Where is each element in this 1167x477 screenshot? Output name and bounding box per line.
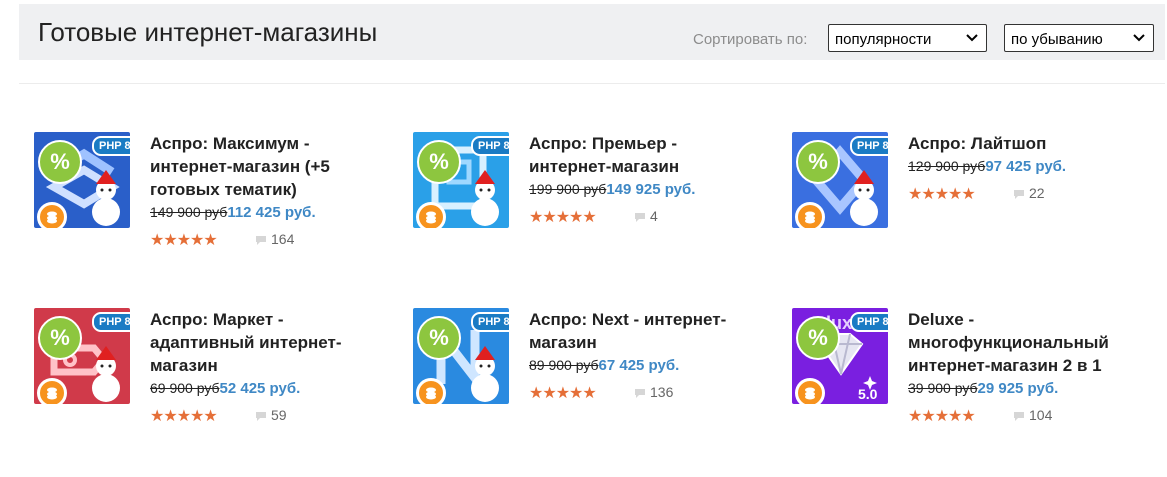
- page-title: Готовые интернет-магазины: [38, 17, 378, 47]
- rating-stars: ★★★★★: [529, 385, 597, 402]
- php-badge: PHP 8: [850, 136, 888, 156]
- reviews-count[interactable]: 59: [255, 407, 287, 423]
- sort-label: Сортировать по:: [693, 31, 808, 48]
- product-card[interactable]: % PHP 8 Аспро: Next - интернет-магазин 8…: [413, 308, 753, 428]
- product-price: 149 900 руб112 425 руб.: [150, 204, 316, 221]
- product-title[interactable]: Аспро: Next - интернет-магазин: [529, 308, 754, 354]
- coins-icon: [795, 202, 825, 228]
- old-price: 199 900 руб: [529, 181, 607, 197]
- comment-icon: [1014, 412, 1024, 421]
- reviews-number: 4: [650, 208, 658, 224]
- product-card[interactable]: % PHP 8 Аспро: Маркет - адаптивный интер…: [34, 308, 374, 428]
- rating-stars: ★★★★★: [529, 209, 597, 226]
- discount-badge: %: [417, 316, 461, 360]
- product-thumbnail[interactable]: % PHP 8: [413, 132, 509, 228]
- coins-icon: [416, 378, 446, 404]
- product-card[interactable]: luxe 5.0 % PHP 8 Deluxe - многофункциона…: [792, 308, 1132, 428]
- php-badge: PHP 8: [92, 136, 130, 156]
- chevron-down-icon: [1133, 34, 1145, 42]
- sort-by-value: популярности: [835, 31, 932, 48]
- reviews-count[interactable]: 164: [255, 231, 294, 247]
- product-price: 199 900 руб149 925 руб.: [529, 181, 695, 198]
- coins-icon: [37, 378, 67, 404]
- new-price: 97 425 руб.: [985, 158, 1067, 175]
- sort-order-select[interactable]: по убыванию: [1004, 24, 1154, 52]
- php-badge: PHP 8: [850, 312, 888, 332]
- product-card[interactable]: % PHP 8 Аспро: Максимум - интернет-магаз…: [34, 132, 374, 252]
- product-price: 129 900 руб97 425 руб.: [908, 158, 1066, 175]
- new-price: 52 425 руб.: [219, 380, 301, 397]
- comment-icon: [635, 389, 645, 398]
- product-title[interactable]: Аспро: Премьер - интернет-магазин: [529, 132, 754, 178]
- php-badge: PHP 8: [471, 136, 509, 156]
- chevron-down-icon: [966, 34, 978, 42]
- product-price: 69 900 руб52 425 руб.: [150, 380, 300, 397]
- new-price: 29 925 руб.: [977, 380, 1059, 397]
- discount-badge: %: [38, 316, 82, 360]
- reviews-count[interactable]: 22: [1013, 185, 1045, 201]
- product-title[interactable]: Deluxe - многофункциональный интернет-ма…: [908, 308, 1123, 377]
- discount-badge: %: [38, 140, 82, 184]
- page-header: Готовые интернет-магазины Сортировать по…: [19, 4, 1165, 60]
- reviews-number: 59: [271, 407, 287, 423]
- new-price: 67 425 руб.: [598, 357, 680, 374]
- old-price: 129 900 руб: [908, 158, 986, 174]
- coins-icon: [37, 202, 67, 228]
- reviews-number: 104: [1029, 407, 1053, 423]
- comment-icon: [256, 412, 266, 421]
- rating-stars: ★★★★★: [908, 408, 976, 425]
- product-title[interactable]: Аспро: Максимум - интернет-магазин (+5 г…: [150, 132, 375, 201]
- comment-icon: [256, 236, 266, 245]
- comment-icon: [635, 213, 645, 222]
- php-badge: PHP 8: [471, 312, 509, 332]
- comment-icon: [1014, 190, 1024, 199]
- new-price: 149 925 руб.: [606, 181, 696, 198]
- reviews-count[interactable]: 4: [634, 208, 658, 224]
- discount-badge: %: [796, 316, 840, 360]
- product-thumbnail[interactable]: luxe 5.0 % PHP 8: [792, 308, 888, 404]
- reviews-number: 164: [271, 231, 295, 247]
- reviews-number: 22: [1029, 185, 1045, 201]
- product-title[interactable]: Аспро: Маркет - адаптивный интернет-мага…: [150, 308, 375, 377]
- rating-stars: ★★★★★: [150, 232, 218, 249]
- coins-icon: [795, 378, 825, 404]
- header-divider: [19, 83, 1165, 84]
- reviews-count[interactable]: 136: [634, 384, 673, 400]
- product-thumbnail[interactable]: % PHP 8: [792, 132, 888, 228]
- old-price: 149 900 руб: [150, 204, 228, 220]
- sort-order-value: по убыванию: [1011, 31, 1103, 48]
- coins-icon: [416, 202, 446, 228]
- sort-by-select[interactable]: популярности: [828, 24, 987, 52]
- product-thumbnail[interactable]: % PHP 8: [34, 308, 130, 404]
- product-thumbnail[interactable]: % PHP 8: [34, 132, 130, 228]
- discount-badge: %: [417, 140, 461, 184]
- product-thumbnail[interactable]: % PHP 8: [413, 308, 509, 404]
- old-price: 69 900 руб: [150, 380, 220, 396]
- php-badge: PHP 8: [92, 312, 130, 332]
- product-card[interactable]: % PHP 8 Аспро: Премьер - интернет-магази…: [413, 132, 753, 252]
- discount-badge: %: [796, 140, 840, 184]
- rating-stars: ★★★★★: [908, 186, 976, 203]
- product-card[interactable]: % PHP 8 Аспро: Лайтшоп 129 900 руб97 425…: [792, 132, 1132, 252]
- product-price: 39 900 руб29 925 руб.: [908, 380, 1058, 397]
- product-title[interactable]: Аспро: Лайтшоп: [908, 132, 1133, 155]
- product-price: 89 900 руб67 425 руб.: [529, 357, 679, 374]
- version-label: 5.0: [858, 386, 878, 402]
- reviews-count[interactable]: 104: [1013, 407, 1052, 423]
- rating-stars: ★★★★★: [150, 408, 218, 425]
- old-price: 39 900 руб: [908, 380, 978, 396]
- reviews-number: 136: [650, 384, 674, 400]
- old-price: 89 900 руб: [529, 357, 599, 373]
- new-price: 112 425 руб.: [227, 204, 316, 221]
